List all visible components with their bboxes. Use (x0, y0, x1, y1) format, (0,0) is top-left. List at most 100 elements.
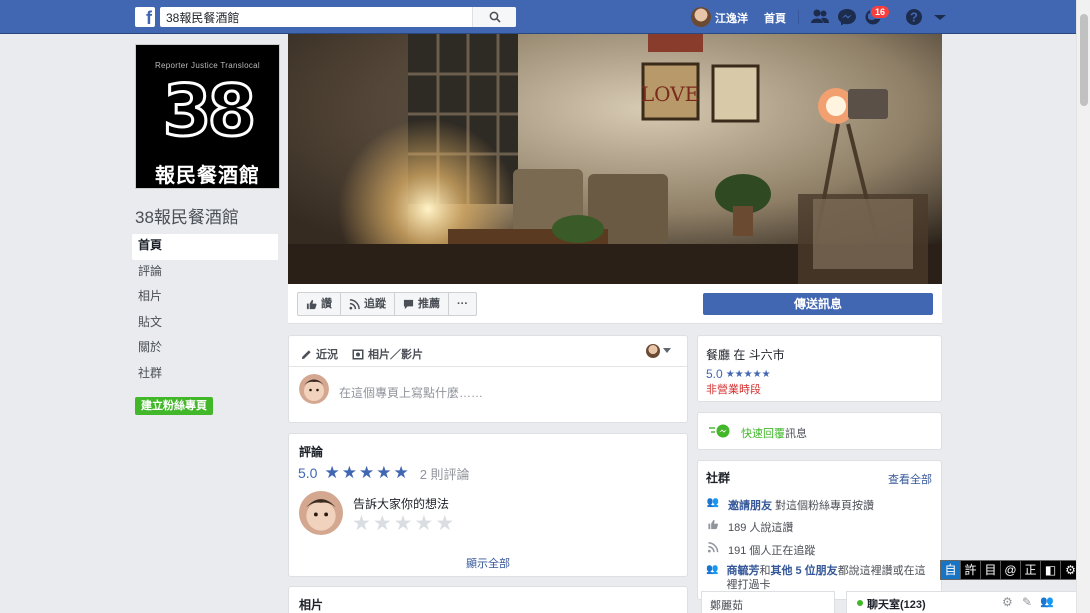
quick-reply-rest: 訊息 (785, 428, 807, 440)
reviews-count[interactable]: 2 則評論 (420, 464, 470, 483)
sidebar-item-community[interactable]: 社群 (132, 362, 278, 388)
more-options-button[interactable]: ··· (449, 293, 476, 315)
ime-key[interactable]: 許 (961, 561, 981, 579)
post-as-avatar (646, 344, 660, 358)
photo-icon (352, 349, 364, 359)
star-outline-icon[interactable]: ★ (414, 511, 433, 536)
page-scrollbar[interactable] (1076, 0, 1090, 613)
search-button[interactable] (472, 7, 516, 27)
chat-tab-minimized[interactable]: 鄭麗茹 (701, 591, 835, 613)
invite-friends-text: 對這個粉絲專頁按讚 (772, 500, 875, 512)
about-rating-score: 5.0 (706, 367, 723, 381)
chat-label: 聊天室(123) (867, 599, 926, 611)
page-profile-picture[interactable]: Reporter Justice Translocal 38 報民餐酒館 (135, 44, 280, 189)
home-link[interactable]: 首頁 (764, 10, 786, 26)
star-icon: ★ (752, 368, 762, 380)
ime-key[interactable]: ◧ (1041, 561, 1061, 579)
show-all-reviews-link[interactable]: 顯示全部 (289, 555, 687, 571)
ime-key[interactable]: 正 (1021, 561, 1041, 579)
ime-key[interactable]: 目 (981, 561, 1001, 579)
star-icon: ★ (743, 368, 753, 380)
search-input[interactable] (166, 9, 466, 25)
tab-photo-video[interactable]: 相片／影片 (352, 346, 423, 362)
composer-input[interactable]: 在這個專頁上寫點什麼…… (339, 384, 483, 401)
star-outline-icon[interactable]: ★ (373, 511, 392, 536)
star-outline-icon[interactable]: ★ (394, 511, 413, 536)
divider (289, 366, 687, 367)
page-title[interactable]: 38報民餐酒館 (135, 203, 239, 228)
composer-avatar (299, 374, 329, 404)
thumbs-up-icon (708, 519, 719, 530)
review-stars: ★ ★ ★ ★ ★ (324, 463, 408, 483)
sidebar-item-home[interactable]: 首頁 (132, 234, 278, 260)
group-chat-icon[interactable]: 👥 (1040, 595, 1054, 608)
sidebar-item-photos[interactable]: 相片 (132, 285, 278, 311)
scrollbar-thumb[interactable] (1080, 14, 1088, 106)
gear-icon[interactable]: ⚙ (1002, 595, 1013, 609)
community-card: 社群 查看全部 👥 邀請朋友 對這個粉絲專頁按讚 189 人說這讚 191 個人… (697, 460, 942, 600)
chat-sidebar-bar[interactable]: 聊天室(123) ⚙ ✎ 👥 (846, 591, 1078, 613)
people-icon: 👥 (706, 564, 719, 575)
page-sidebar-nav: 首頁 評論 相片 貼文 關於 社群 (132, 234, 278, 387)
photos-card: 相片 (288, 586, 688, 613)
profile-tagline: Reporter Justice Translocal (154, 61, 261, 70)
notification-count-badge: 16 (870, 5, 891, 19)
thumbs-up-icon (306, 299, 317, 309)
photos-heading[interactable]: 相片 (299, 596, 323, 613)
rate-stars-input[interactable]: ★ ★ ★ ★ ★ (352, 511, 454, 536)
tab-status-label: 近況 (316, 349, 338, 361)
invite-friends-row: 👥 邀請朋友 對這個粉絲專頁按讚 (706, 497, 874, 513)
friend-name-link[interactable]: 商毓芳 (726, 565, 759, 577)
account-menu-chevron-icon[interactable] (930, 8, 950, 26)
like-button[interactable]: 讚 (298, 293, 341, 315)
svg-text:LOVE: LOVE (641, 82, 699, 106)
reviews-heading[interactable]: 評論 (299, 443, 323, 460)
compose-icon[interactable]: ✎ (1022, 595, 1032, 609)
recommend-button-label: 推薦 (418, 298, 440, 310)
star-icon: ★ (358, 463, 375, 482)
chevron-down-icon (663, 348, 671, 353)
send-message-button[interactable]: 傳送訊息 (703, 293, 933, 315)
about-card: 餐廳 在 斗六市 5.0 ★ ★ ★ ★ ★ 非營業時段 (697, 335, 942, 402)
pencil-icon (301, 349, 311, 359)
search-box (160, 7, 516, 27)
tab-status[interactable]: 近況 (301, 346, 338, 362)
ime-key[interactable]: @ (1001, 561, 1021, 579)
sidebar-item-posts[interactable]: 貼文 (132, 311, 278, 337)
user-profile-link[interactable]: 江逸洋 (715, 10, 748, 26)
quick-reply-text: 快速回覆訊息 (741, 425, 807, 441)
tab-photo-video-label: 相片／影片 (368, 349, 423, 361)
like-button-label: 讚 (321, 298, 332, 310)
star-icon: ★ (761, 368, 771, 380)
other-friends-link[interactable]: 其他 5 位朋友 (770, 565, 837, 577)
invite-friends-link[interactable]: 邀請朋友 (728, 500, 772, 512)
likes-count: 189 人說這讚 (728, 522, 794, 534)
community-heading[interactable]: 社群 (706, 469, 730, 486)
friend-requests-icon[interactable] (810, 8, 830, 26)
sidebar-item-reviews[interactable]: 評論 (132, 260, 278, 286)
profile-number: 38 (161, 70, 257, 153)
create-page-button[interactable]: 建立粉絲專頁 (135, 397, 213, 415)
review-prompt: 告訴大家你的想法 (353, 497, 450, 511)
ime-mode-key[interactable]: 自 (941, 561, 961, 579)
friends-like-row: 👥 商毓芳和其他 5 位朋友都說這裡讚或在這裡打過卡 (706, 564, 928, 592)
help-icon[interactable]: ? (904, 8, 924, 26)
sidebar-item-about[interactable]: 關於 (132, 336, 278, 362)
ime-toolbar: 自 許 目 @ 正 ◧ ⚙ (940, 560, 1082, 580)
post-as-selector[interactable] (646, 344, 671, 358)
star-outline-icon[interactable]: ★ (435, 511, 454, 536)
cover-photo[interactable]: LOVE (288, 34, 942, 284)
top-navigation-bar: f 江逸洋 首頁 16 ? (0, 0, 1090, 34)
follows-count-row: 191 個人正在追蹤 (706, 542, 815, 558)
messenger-quick-reply-icon (709, 424, 730, 438)
user-avatar[interactable] (691, 7, 711, 27)
reviewer-avatar (299, 491, 343, 535)
facebook-logo-icon[interactable]: f (135, 7, 155, 27)
speech-bubble-icon (403, 299, 414, 309)
follow-button[interactable]: 追蹤 (341, 293, 395, 315)
see-all-community-link[interactable]: 查看全部 (888, 471, 932, 487)
messenger-icon[interactable] (837, 8, 857, 26)
recommend-button[interactable]: 推薦 (395, 293, 449, 315)
action-button-group: 讚 追蹤 推薦 ··· (297, 292, 477, 316)
star-outline-icon[interactable]: ★ (352, 511, 371, 536)
